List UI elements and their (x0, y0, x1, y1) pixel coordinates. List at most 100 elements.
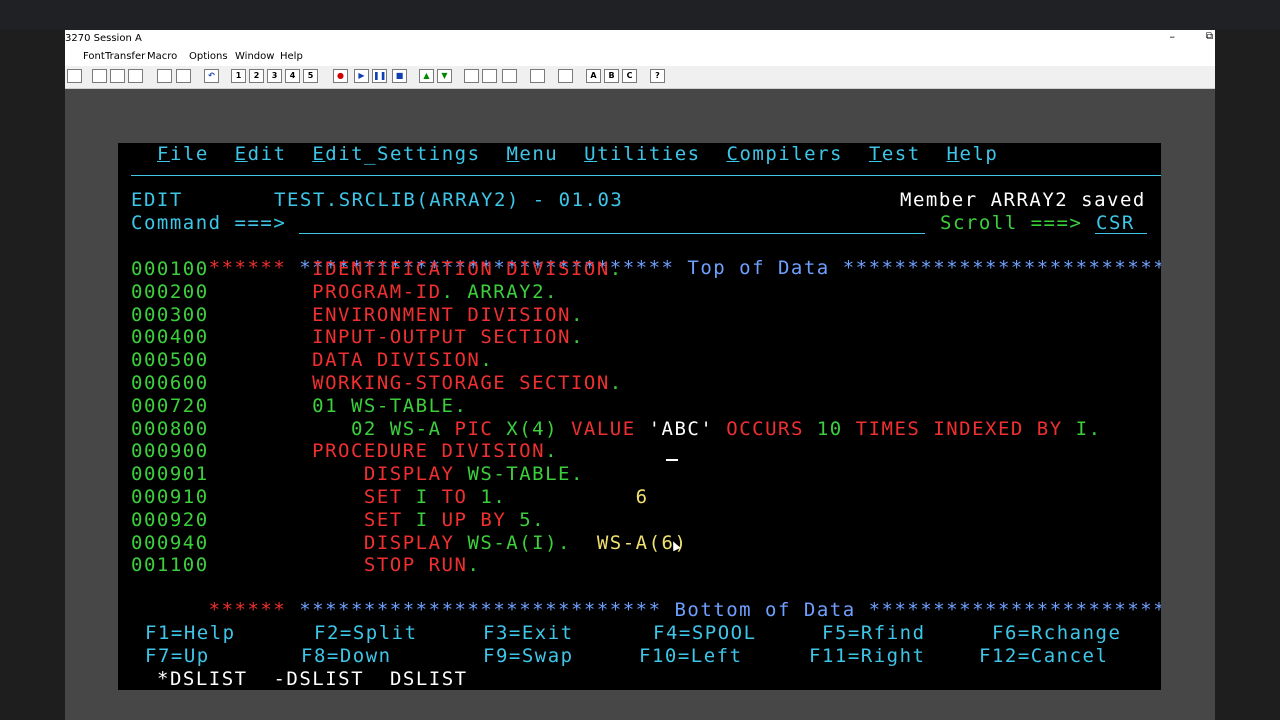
terminal-screen[interactable]: File Edit Edit_Settings Menu Utilities C… (118, 143, 1161, 690)
text-cursor (666, 459, 678, 461)
restore-icon[interactable]: ⧉ (1206, 31, 1213, 42)
session-tab[interactable]: *DSLIST (157, 668, 248, 690)
ispf-menu-test[interactable]: Test (869, 143, 921, 165)
scroll-value-input[interactable]: CSR (1096, 212, 1135, 234)
session-tab[interactable]: -DSLIST (273, 668, 364, 690)
source-line[interactable]: 000400 INPUT-OUTPUT SECTION. (131, 326, 584, 348)
line-number[interactable]: 000900 (131, 440, 209, 462)
line-number[interactable]: 000200 (131, 281, 209, 303)
send-icon[interactable] (157, 69, 172, 83)
display-icon[interactable] (464, 69, 479, 83)
macro-5-icon[interactable]: 5 (303, 69, 318, 83)
macro-3-icon[interactable]: 3 (267, 69, 282, 83)
menu-macro[interactable]: Macro (147, 51, 177, 62)
action-bar-separator (131, 175, 1161, 176)
paste-icon[interactable] (128, 69, 143, 83)
record-icon[interactable]: ● (333, 69, 348, 83)
macro-1-icon[interactable]: 1 (231, 69, 246, 83)
fkey-f11[interactable]: F11=Right (809, 645, 925, 667)
fkey-f5[interactable]: F5=Rfind (822, 622, 926, 644)
window-title: 3270 Session A (65, 33, 142, 44)
help-icon[interactable]: ? (650, 69, 665, 83)
fkey-f10[interactable]: F10=Left (639, 645, 743, 667)
keypad-icon[interactable] (482, 69, 497, 83)
title-bar: 3270 Session A – ⧉ (65, 30, 1215, 48)
line-number[interactable]: 000901 (131, 463, 209, 485)
minimize-icon[interactable]: – (1170, 30, 1176, 43)
ispf-menu-compilers[interactable]: Compilers (727, 143, 843, 165)
line-number[interactable]: 000800 (131, 418, 209, 440)
page-up-icon[interactable]: ▲ (419, 69, 434, 83)
fkey-f1[interactable]: F1=Help (145, 622, 236, 644)
cut-icon[interactable] (92, 69, 107, 83)
menu-help[interactable]: Help (280, 51, 303, 62)
source-line[interactable]: 000720 01 WS-TABLE. (131, 395, 467, 417)
source-line[interactable]: 000901 DISPLAY WS-TABLE. (131, 463, 584, 485)
fkey-f4[interactable]: F4=SPOOL (653, 622, 757, 644)
ispf-menu-file[interactable]: File (157, 143, 209, 165)
source-line[interactable]: 001100 STOP RUN. (131, 554, 480, 576)
session-tabs: *DSLIST -DSLIST DSLIST (157, 668, 468, 690)
transfer-icon[interactable] (530, 69, 545, 83)
macro-4-icon[interactable]: 4 (285, 69, 300, 83)
ispf-menu-menu[interactable]: Menu (506, 143, 558, 165)
ispf-action-bar: File Edit Edit_Settings Menu Utilities C… (157, 143, 998, 165)
fkey-f9[interactable]: F9=Swap (483, 645, 574, 667)
source-line[interactable]: 000300 ENVIRONMENT DIVISION. (131, 304, 584, 326)
undo-icon[interactable]: ↶ (204, 69, 219, 83)
abc-c-icon[interactable]: C (622, 69, 637, 83)
menu-transfer[interactable]: Transfer (105, 51, 145, 62)
page-down-icon[interactable]: ▼ (437, 69, 452, 83)
abc-a-icon[interactable]: A (586, 69, 601, 83)
receive-icon[interactable] (176, 69, 191, 83)
line-number[interactable]: 000500 (131, 349, 209, 371)
line-number[interactable]: 000600 (131, 372, 209, 394)
source-line[interactable]: 000100 IDENTIFICATION DIVISION. (131, 258, 623, 280)
session-icon[interactable] (558, 69, 573, 83)
line-number[interactable]: 000100 (131, 258, 209, 280)
play-icon[interactable]: ▶ (354, 69, 369, 83)
pause-icon[interactable]: ❚❚ (372, 69, 387, 83)
source-line[interactable]: 000800 02 WS-A PIC X(4) VALUE 'ABC' OCCU… (131, 418, 1102, 440)
fkey-f7[interactable]: F7=Up (145, 645, 210, 667)
ispf-menu-edit[interactable]: Edit (235, 143, 287, 165)
dataset-name: TEST.SRCLIB(ARRAY2) - 01.03 (274, 189, 624, 211)
source-line[interactable]: 000900 PROCEDURE DIVISION. (131, 440, 558, 462)
copy-icon[interactable] (110, 69, 125, 83)
source-line[interactable]: 000940 DISPLAY WS-A(I). WS-A(6) (131, 532, 687, 554)
macro-2-icon[interactable]: 2 (249, 69, 264, 83)
status-message: Member ARRAY2 saved (900, 189, 1146, 211)
line-number[interactable]: 000940 (131, 532, 209, 554)
top-of-data-marker: ****** ***************************** Top… (208, 257, 1161, 279)
line-number[interactable]: 000720 (131, 395, 209, 417)
line-number[interactable]: 000910 (131, 486, 209, 508)
ispf-menu-help[interactable]: Help (947, 143, 999, 165)
menu-bar: Font Transfer Macro Options Window Help (65, 48, 1215, 66)
ispf-menu-edit-settings[interactable]: Edit_Settings (312, 143, 480, 165)
session-tab[interactable]: DSLIST (390, 668, 468, 690)
fkey-f8[interactable]: F8=Down (301, 645, 392, 667)
fkey-f2[interactable]: F2=Split (314, 622, 418, 644)
fkey-f6[interactable]: F6=Rchange (992, 622, 1121, 644)
source-line[interactable]: 000200 PROGRAM-ID. ARRAY2. (131, 281, 558, 303)
line-number[interactable]: 000400 (131, 326, 209, 348)
menu-options[interactable]: Options (189, 51, 228, 62)
fkey-f3[interactable]: F3=Exit (483, 622, 574, 644)
source-line[interactable]: 000910 SET I TO 1. 6 (131, 486, 649, 508)
abc-b-icon[interactable]: B (604, 69, 619, 83)
settings-icon[interactable] (502, 69, 517, 83)
line-number[interactable]: 000300 (131, 304, 209, 326)
line-number[interactable]: 001100 (131, 554, 209, 576)
scroll-field-underline (1095, 233, 1147, 234)
source-line[interactable]: 000600 WORKING-STORAGE SECTION. (131, 372, 623, 394)
print-icon[interactable] (67, 69, 82, 83)
fkey-f12[interactable]: F12=Cancel (979, 645, 1108, 667)
ispf-menu-utilities[interactable]: Utilities (584, 143, 700, 165)
menu-window[interactable]: Window (235, 51, 274, 62)
menu-font[interactable]: Font (83, 51, 105, 62)
line-number[interactable]: 000920 (131, 509, 209, 531)
command-input[interactable] (299, 233, 925, 234)
source-line[interactable]: 000500 DATA DIVISION. (131, 349, 493, 371)
stop-icon[interactable]: ■ (392, 69, 407, 83)
source-line[interactable]: 000920 SET I UP BY 5. (131, 509, 545, 531)
